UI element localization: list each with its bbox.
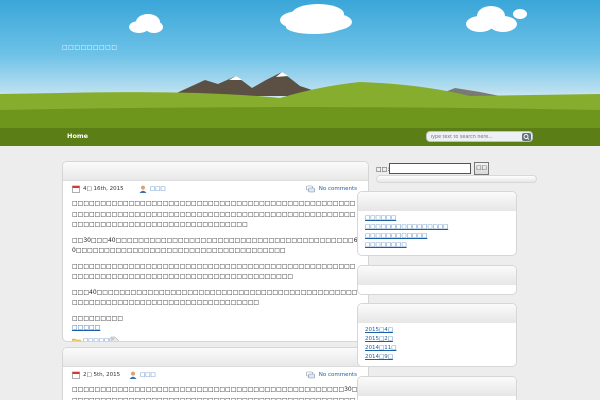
post-paragraph: □□□□□□□□□□□□□□□□□□□□□□□□□□□□□□□□□□□□□□□□… bbox=[72, 200, 356, 228]
comments-link[interactable]: No comments bbox=[319, 186, 357, 192]
nav-home-link[interactable]: Home bbox=[67, 132, 88, 140]
recent-posts-list: □□□□□□ □□□□□□□□□□□□□□□□ □□□□□□□□□□□□ □□□… bbox=[358, 211, 516, 254]
comments-icon bbox=[306, 185, 315, 193]
post-author-link[interactable]: □□□ bbox=[140, 372, 156, 378]
search-button[interactable] bbox=[522, 133, 531, 141]
post-header-bar bbox=[63, 162, 368, 181]
archive-item[interactable]: 2014□11□ bbox=[365, 344, 516, 353]
post-footer: □□□□□□ bbox=[72, 336, 359, 341]
comments-icon bbox=[306, 371, 315, 379]
empty-widget bbox=[357, 265, 517, 295]
sidebar-search-button[interactable]: □□ bbox=[474, 162, 489, 175]
widget-header bbox=[358, 377, 516, 396]
recent-post-item[interactable]: □□□□□□□□□□□□ bbox=[365, 232, 516, 241]
landscape-illustration bbox=[0, 4, 600, 146]
author-icon bbox=[139, 185, 147, 193]
header-search-input[interactable] bbox=[430, 133, 518, 141]
sidebar-search-underbar bbox=[376, 175, 537, 183]
post-content: □□□□□□□□□□□□□□□□□□□□□□□□□□□□□□□□□□□□□□□□… bbox=[63, 385, 368, 400]
recent-posts-widget: □□□□□□ □□□□□□□□□□□□□□□□ □□□□□□□□□□□□ □□□… bbox=[357, 191, 517, 256]
sidebar-search-label: □□: bbox=[376, 166, 390, 173]
tag-icon bbox=[110, 336, 119, 341]
post-meta: 4□ 16th, 2015 □□□ No comments bbox=[72, 185, 359, 199]
recent-post-item[interactable]: □□□□□□□□ bbox=[365, 241, 516, 250]
widget-header bbox=[358, 192, 516, 211]
site-title[interactable]: □□□□□□□□□ bbox=[62, 44, 118, 51]
calendar-icon bbox=[72, 371, 80, 379]
author-icon bbox=[129, 371, 137, 379]
post-date: 2□ 5th, 2015 bbox=[83, 372, 121, 378]
post-date: 4□ 16th, 2015 bbox=[83, 186, 124, 192]
post-header-bar bbox=[63, 348, 368, 367]
read-more-link[interactable]: □□□□□ bbox=[72, 323, 359, 332]
calendar-icon bbox=[72, 185, 80, 193]
site-header: □□□□□□□□□ Home bbox=[0, 0, 600, 146]
post-paragraph: □□□40□□□□□□□□□□□□□□□□□□□□□□□□□□□□□□□□□□□… bbox=[72, 288, 358, 307]
search-icon bbox=[523, 134, 530, 140]
post-paragraph: □□□□□□□□□□□□□□□□□□□□□□□□□□□□□□□□□□□□□□□□… bbox=[72, 386, 358, 400]
archive-item[interactable]: 2015□4□ bbox=[365, 326, 516, 335]
post-author-link[interactable]: □□□ bbox=[150, 186, 166, 192]
post-article: 2□ 5th, 2015 □□□ No comments □□□□□□□□□□□… bbox=[62, 347, 369, 400]
header-search bbox=[426, 131, 533, 142]
widget-header bbox=[358, 304, 516, 323]
post-content: □□□□□□□□□□□□□□□□□□□□□□□□□□□□□□□□□□□□□□□□… bbox=[63, 199, 368, 332]
archives-list: 2015□4□ 2015□2□ 2014□11□ 2014□9□ bbox=[358, 323, 516, 366]
recent-post-item[interactable]: □□□□□□□□□□□□□□□□ bbox=[365, 223, 516, 232]
empty-widget bbox=[357, 376, 517, 400]
read-more-label: □□□□□□□□□ bbox=[72, 314, 124, 322]
post-article: 4□ 16th, 2015 □□□ No comments □□□□□□□□□□… bbox=[62, 161, 369, 342]
archive-item[interactable]: 2015□2□ bbox=[365, 335, 516, 344]
archive-item[interactable]: 2014□9□ bbox=[365, 353, 516, 362]
cloud-graphic bbox=[129, 4, 527, 34]
recent-post-item[interactable]: □□□□□□ bbox=[365, 214, 516, 223]
archives-widget: 2015□4□ 2015□2□ 2014□11□ 2014□9□ bbox=[357, 303, 517, 367]
post-meta: 2□ 5th, 2015 □□□ No comments bbox=[72, 371, 359, 385]
post-paragraph: □□□□□□□□□□□□□□□□□□□□□□□□□□□□□□□□□□□□□□□□… bbox=[72, 262, 356, 281]
comments-link[interactable]: No comments bbox=[319, 372, 357, 378]
widget-header bbox=[358, 266, 516, 285]
folder-icon bbox=[72, 338, 81, 341]
sidebar-search-input[interactable] bbox=[389, 163, 471, 174]
post-paragraph: □□30□□□40□□□□□□□□□□□□□□□□□□□□□□□□□□□□□□□… bbox=[72, 236, 358, 255]
